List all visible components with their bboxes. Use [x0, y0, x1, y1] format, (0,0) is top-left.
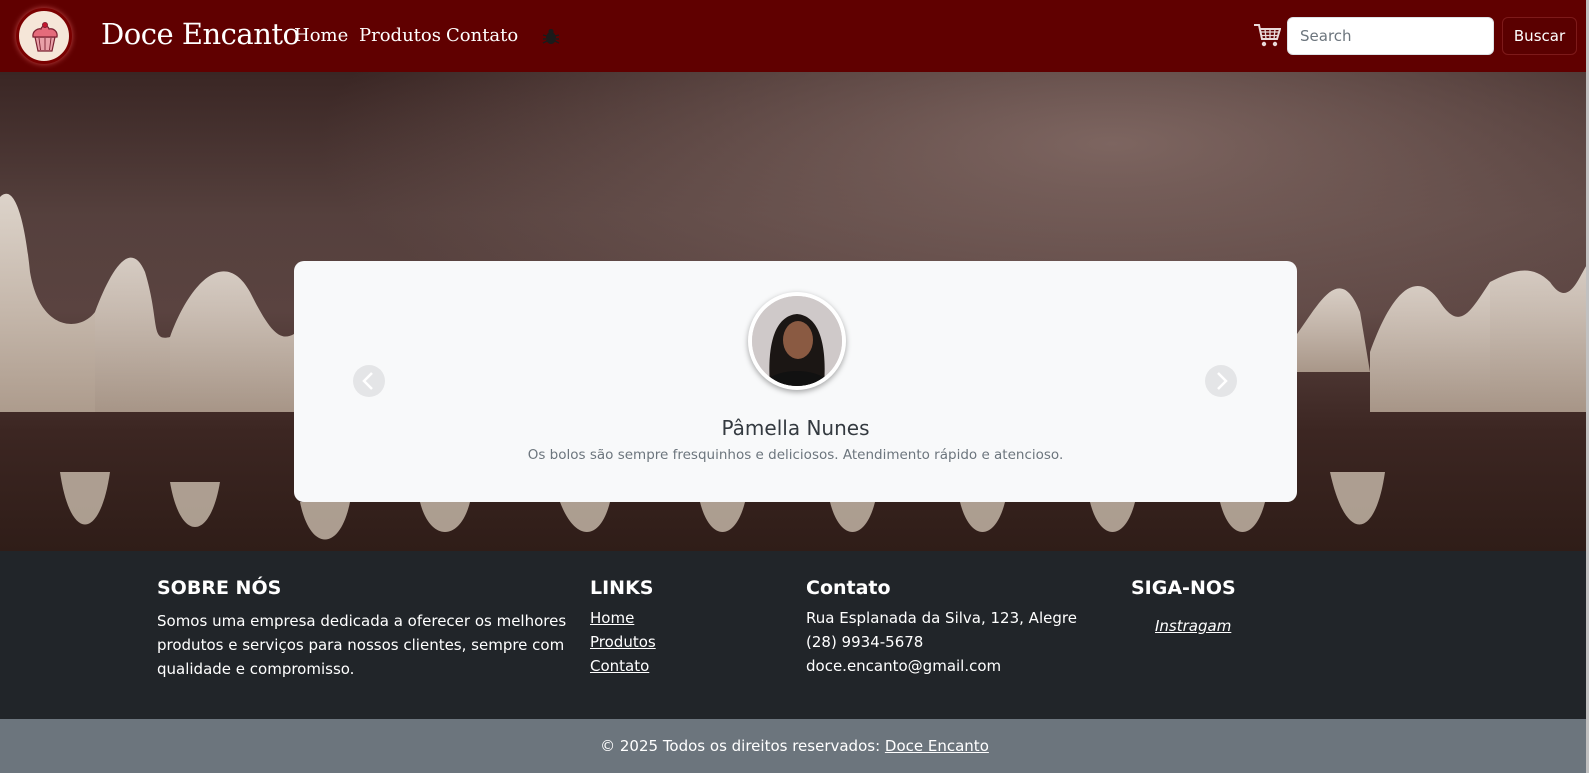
copyright-text: © 2025 Todos os direitos reservados:	[600, 737, 885, 755]
review-text: Os bolos são sempre fresquinhos e delici…	[527, 447, 1064, 463]
nav-produtos-link[interactable]: Produtos	[359, 25, 441, 46]
testimonial-card: Pâmella Nunes Os bolos são sempre fresqu…	[294, 261, 1297, 502]
nav-home-link[interactable]: Home	[294, 25, 348, 46]
footer-link-produtos[interactable]: Produtos	[590, 633, 656, 651]
footer: SOBRE NÓS Somos uma empresa dedicada a o…	[0, 551, 1589, 719]
contact-title: Contato	[806, 577, 891, 599]
contact-address: Rua Esplanada da Silva, 123, Alegre	[806, 609, 1077, 627]
chevron-left-icon	[362, 372, 373, 390]
contact-email: doce.encanto@gmail.com	[806, 657, 1002, 675]
footer-link-contato[interactable]: Contato	[590, 657, 649, 675]
about-title: SOBRE NÓS	[157, 577, 282, 599]
brand-title[interactable]: Doce Encanto	[101, 17, 300, 51]
follow-title: SIGA-NOS	[1131, 577, 1236, 599]
contact-phone: (28) 9934-5678	[806, 633, 924, 651]
carousel-next-button[interactable]	[1205, 365, 1237, 397]
search-input[interactable]	[1287, 17, 1494, 55]
footer-link-home[interactable]: Home	[590, 609, 634, 627]
bug-icon[interactable]	[541, 27, 561, 47]
reviewer-avatar	[748, 292, 846, 390]
reviewer-name: Pâmella Nunes	[721, 416, 870, 440]
cart-icon[interactable]	[1253, 22, 1281, 48]
chevron-right-icon	[1217, 372, 1228, 390]
links-title: LINKS	[590, 577, 654, 599]
about-text: Somos uma empresa dedicada a oferecer os…	[157, 612, 567, 678]
copyright-bar: © 2025 Todos os direitos reservados: Doc…	[0, 719, 1589, 773]
navbar: Doce Encanto Home Produtos Contato Busca…	[0, 0, 1589, 72]
copyright-link[interactable]: Doce Encanto	[885, 737, 989, 755]
instagram-link[interactable]: Instragam	[1155, 617, 1231, 635]
cupcake-icon	[32, 22, 58, 52]
nav-contato-link[interactable]: Contato	[446, 25, 518, 46]
carousel-prev-button[interactable]	[353, 365, 385, 397]
search-button[interactable]: Buscar	[1502, 17, 1577, 55]
logo[interactable]	[16, 8, 72, 64]
